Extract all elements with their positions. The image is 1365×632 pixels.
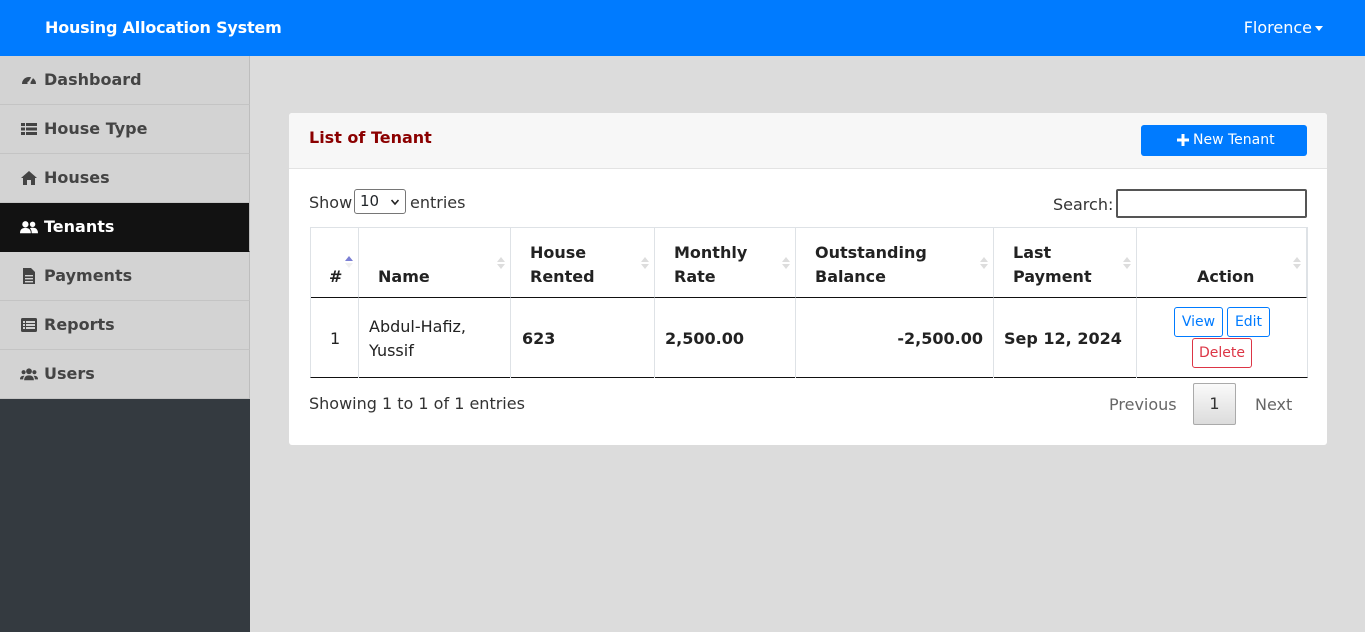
sidebar-item-reports[interactable]: Reports (0, 301, 250, 350)
table-info: Showing 1 to 1 of 1 entries (309, 394, 525, 413)
tachometer-icon (22, 76, 36, 85)
delete-button[interactable]: Delete (1192, 338, 1252, 368)
card-title: List of Tenant (309, 128, 432, 147)
sidebar-item-label: House Type (44, 119, 148, 138)
cell-monthly-rate: 2,500.00 (665, 329, 744, 348)
card-header: List of Tenant New Tenant (289, 113, 1327, 169)
edit-button[interactable]: Edit (1227, 307, 1270, 337)
caret-down-icon[interactable] (1315, 26, 1323, 31)
sidebar-item-dashboard[interactable]: Dashboard (0, 56, 250, 105)
cell-house-rented: 623 (522, 329, 556, 348)
table-row-cell-name: Abdul-Hafiz, Yussif (359, 298, 511, 378)
sidebar: Dashboard House Type Houses Tenants Paym… (0, 56, 250, 632)
pagination-previous[interactable]: Previous (1109, 395, 1177, 414)
chevron-down-icon (391, 199, 399, 206)
column-label: House Rented (530, 243, 595, 286)
search-input[interactable] (1116, 189, 1307, 218)
pagination-page-1[interactable]: 1 (1193, 383, 1236, 425)
sidebar-item-houses[interactable]: Houses (0, 154, 250, 203)
user-menu-toggle[interactable]: Florence (1244, 18, 1312, 37)
list-grid-icon (21, 123, 37, 135)
column-header-outstanding-balance[interactable]: Outstanding Balance (796, 228, 994, 298)
view-button[interactable]: View (1174, 307, 1223, 337)
sort-asc-icon (345, 256, 353, 268)
sidebar-item-users[interactable]: Users (0, 350, 250, 399)
plus-icon (1177, 134, 1189, 146)
sort-icon (980, 257, 988, 269)
column-label: Monthly Rate (674, 243, 748, 286)
table-row-cell-action: View Edit Delete (1137, 298, 1307, 378)
home-icon (21, 171, 37, 185)
file-invoice-icon (23, 268, 35, 284)
sort-icon (1293, 257, 1301, 269)
column-label: # (329, 267, 343, 286)
sort-icon (1123, 257, 1131, 269)
tenants-table: # Name House Rented Monthly Rate Outstan… (310, 227, 1308, 378)
list-alt-icon (21, 318, 37, 332)
sidebar-item-label: Reports (44, 315, 115, 334)
column-label: Last Payment (1013, 243, 1092, 286)
brand-title[interactable]: Housing Allocation System (45, 18, 282, 37)
column-header-house-rented[interactable]: House Rented (511, 228, 655, 298)
sidebar-item-label: Users (44, 364, 95, 383)
table-row-cell-house: 623 (511, 298, 655, 378)
column-header-name[interactable]: Name (359, 228, 511, 298)
table-row-cell-number: 1 (311, 298, 359, 378)
column-header-monthly-rate[interactable]: Monthly Rate (655, 228, 796, 298)
table-row-cell-rate: 2,500.00 (655, 298, 796, 378)
show-label: Show (309, 193, 353, 212)
pagination-next[interactable]: Next (1255, 395, 1292, 414)
column-label: Action (1197, 267, 1255, 286)
column-header-last-payment[interactable]: Last Payment (994, 228, 1137, 298)
cell-name: Abdul-Hafiz, Yussif (369, 317, 467, 360)
entries-label: entries (410, 193, 466, 212)
sort-icon (497, 257, 505, 269)
sidebar-item-house-type[interactable]: House Type (0, 105, 250, 154)
cell-outstanding-balance: -2,500.00 (897, 329, 983, 348)
entries-select-value: 10 (360, 192, 380, 210)
user-friends-icon (20, 221, 38, 234)
cell-last-payment: Sep 12, 2024 (1004, 329, 1122, 348)
sidebar-item-label: Payments (44, 266, 133, 285)
column-label: Name (378, 267, 430, 286)
new-tenant-button[interactable]: New Tenant (1141, 125, 1307, 156)
sidebar-item-label: Tenants (44, 217, 115, 236)
sidebar-item-label: Houses (44, 168, 110, 187)
table-row-cell-balance: -2,500.00 (796, 298, 994, 378)
column-header-action[interactable]: Action (1137, 228, 1307, 298)
sidebar-item-payments[interactable]: Payments (0, 252, 250, 301)
users-icon (20, 368, 38, 381)
entries-per-page-select[interactable]: 10 (354, 189, 406, 214)
table-row-cell-last-payment: Sep 12, 2024 (994, 298, 1137, 378)
sidebar-item-tenants[interactable]: Tenants (0, 203, 250, 252)
sidebar-item-label: Dashboard (44, 70, 142, 89)
column-label: Outstanding Balance (815, 243, 927, 286)
tenant-list-card: List of Tenant New Tenant Show 10 entrie… (289, 113, 1327, 445)
column-header-number[interactable]: # (311, 228, 359, 298)
top-navbar: Housing Allocation System Florence (0, 0, 1365, 56)
sort-icon (641, 257, 649, 269)
search-label: Search: (1053, 195, 1114, 214)
cell-number: 1 (330, 329, 341, 348)
sort-icon (782, 257, 790, 269)
new-tenant-label: New Tenant (1193, 132, 1275, 148)
